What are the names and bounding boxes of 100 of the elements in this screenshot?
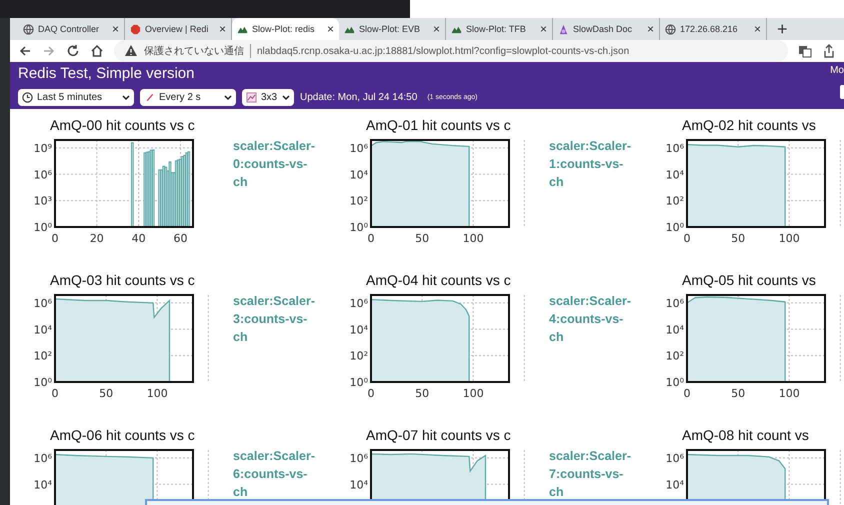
home-icon[interactable] xyxy=(90,44,104,58)
share-icon[interactable] xyxy=(822,44,836,58)
header-link[interactable]: Mo xyxy=(830,65,844,76)
axis-tick-label: 50 xyxy=(415,387,430,400)
axis-tick-label: 0 xyxy=(52,387,58,400)
axis-tick-label: 10⁶ xyxy=(666,452,684,465)
axis-tick-label: 10⁶ xyxy=(34,452,52,465)
tab-title: SlowDash Doc xyxy=(573,24,634,34)
axis-tick-label: 50 xyxy=(99,387,114,400)
plot-title: AmQ-01 hit counts vs c xyxy=(365,117,512,135)
axis-tick-label: 100 xyxy=(462,232,484,245)
axis-tick-label: 50 xyxy=(415,232,430,245)
plot-title: AmQ-08 hit count vs xyxy=(681,427,810,445)
axis-tick-label: 0 xyxy=(52,232,58,245)
axis-tick-label: 10⁹ xyxy=(34,142,52,155)
legend-label: scaler:Scaler-0:counts-vs-ch xyxy=(233,138,316,191)
axis-tick-label: 10⁶ xyxy=(350,142,368,155)
browser-tab[interactable]: Slow-Plot: redis × xyxy=(232,18,339,40)
legend-label: scaler:Scaler-7:counts-vs-ch xyxy=(549,448,632,501)
plot-title: AmQ-03 hit counts vs c xyxy=(49,272,196,290)
tab-title: Slow-Plot: redis xyxy=(252,24,316,34)
close-icon[interactable]: × xyxy=(646,22,654,36)
plot-title: AmQ-00 hit counts vs c xyxy=(49,117,196,135)
axis-tick-label: 10⁴ xyxy=(350,478,368,492)
axis-tick-label: 60 xyxy=(173,232,188,245)
axis-tick-label: 10³ xyxy=(34,194,52,208)
update-time: Update: Mon, Jul 24 14:50 xyxy=(300,92,418,103)
axis-tick-label: 10⁴ xyxy=(666,323,684,336)
axis-tick-label: 100 xyxy=(778,232,800,245)
axis-tick-label: 10² xyxy=(666,194,684,208)
axis-tick-label: 0 xyxy=(368,387,374,400)
close-icon[interactable]: × xyxy=(218,22,226,36)
close-icon[interactable]: × xyxy=(326,22,334,36)
tab-title: Slow-Plot: EVB xyxy=(359,24,422,34)
dropdown[interactable]: Every 2 s xyxy=(140,89,236,106)
axis-tick-label: 10⁰ xyxy=(350,221,368,234)
translate-icon[interactable] xyxy=(798,44,812,58)
axis-tick-label: 10⁴ xyxy=(350,168,368,182)
axis-tick-label: 100 xyxy=(778,387,800,400)
close-icon[interactable]: × xyxy=(540,22,547,36)
axis-tick-label: 10⁶ xyxy=(666,142,684,155)
legend-label: scaler:Scaler-3:counts-vs-ch xyxy=(233,293,316,346)
logo-icon xyxy=(558,24,569,34)
tab-title: 172.26.68.216 xyxy=(680,24,739,34)
axis-tick-label: 10² xyxy=(666,350,684,363)
axis-tick-label: 10⁴ xyxy=(350,323,368,336)
axis-tick-label: 10⁰ xyxy=(34,221,52,234)
tab-title: Slow-Plot: TFB xyxy=(466,24,527,34)
axis-tick-label: 10⁰ xyxy=(666,376,684,389)
reload-icon[interactable] xyxy=(66,44,80,58)
tab-title: DAQ Controller xyxy=(38,24,100,34)
close-icon[interactable]: × xyxy=(432,22,440,36)
plot-title: AmQ-05 hit counts vs xyxy=(681,272,817,290)
axis-tick-label: 10² xyxy=(350,194,368,208)
new-tab-button[interactable]: + xyxy=(767,18,798,40)
plot-title: AmQ-07 hit counts vs c xyxy=(365,427,512,445)
axis-tick-label: 10⁰ xyxy=(666,221,684,234)
axis-tick-label: 100 xyxy=(146,387,168,400)
address-bar[interactable]: 保護されていない通信 nlabdaq5.rcnp.osaka-u.ac.jp:18881/slowplot.html?config=slowplot-counts-vs-ch.json xyxy=(114,40,788,62)
tab-title: Overview | Redi xyxy=(145,24,210,34)
url-text: nlabdaq5.rcnp.osaka-u.ac.jp:18881/slowplot.html?config=slowplot-counts-vs-ch.json xyxy=(257,46,630,56)
axis-tick-label: 10⁴ xyxy=(34,323,52,336)
globe-icon xyxy=(23,24,34,34)
chart-icon xyxy=(246,92,257,103)
axis-tick-label: 10⁶ xyxy=(666,296,684,310)
axis-tick-label: 10² xyxy=(34,350,52,363)
axis-tick-label: 10⁰ xyxy=(350,376,368,389)
plot-title: AmQ-02 hit counts vs xyxy=(681,117,817,135)
legend-label: scaler:Scaler-1:counts-vs-ch xyxy=(549,138,632,191)
axis-tick-label: 10⁶ xyxy=(350,296,368,310)
axis-tick-label: 10² xyxy=(350,350,368,363)
globe-icon xyxy=(665,24,676,34)
security-warning: 保護されていない通信 xyxy=(144,44,244,58)
dropdown[interactable]: 3x3 xyxy=(242,89,294,106)
axis-tick-label: 10⁶ xyxy=(34,296,52,310)
axis-tick-label: 50 xyxy=(731,387,746,400)
back-icon[interactable] xyxy=(18,44,32,58)
clock-icon xyxy=(22,92,33,103)
close-icon[interactable]: × xyxy=(754,22,761,36)
axis-tick-label: 10⁴ xyxy=(666,168,684,182)
dropdown[interactable]: Last 5 minutes xyxy=(18,89,134,106)
octagon-icon xyxy=(130,24,141,34)
axis-tick-label: 100 xyxy=(462,387,484,400)
plot-title: AmQ-04 hit counts vs c xyxy=(365,272,512,290)
caret-icon xyxy=(282,94,290,100)
axis-tick-label: 0 xyxy=(368,232,374,245)
warning-icon xyxy=(124,44,138,58)
axis-tick-label: 40 xyxy=(132,232,146,245)
plot-title: AmQ-06 hit counts vs c xyxy=(49,427,196,445)
axis-tick-label: 20 xyxy=(90,232,104,245)
caret-icon xyxy=(122,94,130,100)
axis-tick-label: 10⁶ xyxy=(34,168,52,182)
close-icon[interactable]: × xyxy=(112,22,119,36)
caret-icon xyxy=(224,94,232,100)
axis-tick-label: 10⁴ xyxy=(666,478,684,492)
axis-tick-label: 10⁰ xyxy=(34,376,52,389)
axis-tick-label: 0 xyxy=(684,387,690,400)
legend-label: scaler:Scaler-6:counts-vs-ch xyxy=(233,448,316,501)
axis-tick-label: 50 xyxy=(731,232,746,245)
axis-tick-label: 0 xyxy=(684,232,690,245)
